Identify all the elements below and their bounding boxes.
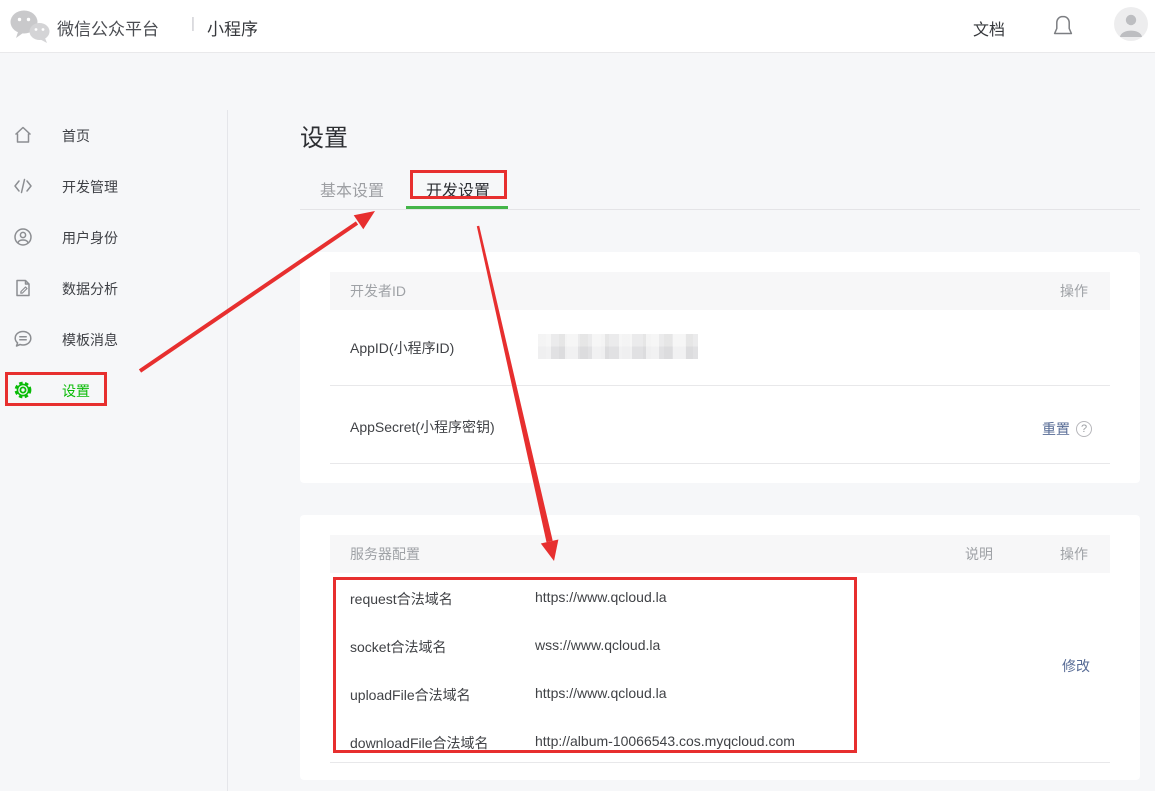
domain-type-label: request合法域名 [350,591,453,607]
sidebar-item-settings[interactable]: 设置 [0,365,227,416]
table-row: uploadFile合法域名 https://www.qcloud.la [300,671,1140,719]
server-config-rows: request合法域名 https://www.qcloud.la socket… [300,575,1140,767]
tab-basic-settings[interactable]: 基本设置 [320,177,384,201]
row-divider [330,385,1110,386]
action-column-header: 操作 [1060,546,1088,562]
avatar[interactable] [1114,7,1148,41]
action-column-header: 操作 [1060,283,1088,299]
appsecret-label: AppSecret(小程序密钥) [350,419,495,435]
domain-type-label: socket合法域名 [350,639,447,655]
active-tab-underline [406,206,508,209]
brand-separator: | [191,15,195,32]
help-icon[interactable]: ? [1076,421,1092,437]
sidebar-item-label: 模板消息 [62,331,118,348]
wechat-miniprogram-settings-page: 微信公众平台 | 小程序 文档 首页 开发管理 用户身份 数据分析 模板消息 设… [0,0,1155,791]
domain-type-label: uploadFile合法域名 [350,687,471,703]
gear-icon [13,380,33,400]
sidebar-item-template-message[interactable]: 模板消息 [0,314,227,365]
section-title: 服务器配置 [350,546,420,562]
code-icon [13,176,33,196]
developer-id-section: 开发者ID 操作 AppID(小程序ID) AppSecret(小程序密钥) 重… [300,252,1140,483]
server-config-header-bar: 服务器配置 说明 操作 [330,535,1110,573]
notification-bell-icon[interactable] [1051,13,1075,42]
appid-redacted-value [538,334,698,359]
modify-button[interactable]: 修改 [1062,656,1090,676]
sidebar-item-user-identity[interactable]: 用户身份 [0,212,227,263]
domain-value: wss://www.qcloud.la [535,637,661,653]
sidebar-item-label: 首页 [62,127,90,144]
page-title: 设置 [300,125,348,152]
table-row: request合法域名 https://www.qcloud.la [300,575,1140,623]
brand-title: 微信公众平台 [57,20,159,39]
wechat-logo-icon [9,8,51,49]
reset-button[interactable]: 重置 [1042,419,1070,439]
sidebar-divider [227,110,228,791]
sidebar-item-label: 数据分析 [62,280,118,297]
top-header: 微信公众平台 | 小程序 文档 [0,0,1155,53]
product-title: 小程序 [207,20,258,39]
server-config-section: 服务器配置 说明 操作 request合法域名 https://www.qclo… [300,515,1140,780]
appid-label: AppID(小程序ID) [350,340,455,356]
row-divider [330,463,1110,464]
sidebar-item-label: 开发管理 [62,178,118,195]
domain-value: https://www.qcloud.la [535,685,667,701]
user-icon [13,227,33,247]
sidebar-nav: 首页 开发管理 用户身份 数据分析 模板消息 设置 [0,110,227,416]
table-row: downloadFile合法域名 http://album-10066543.c… [300,719,1140,767]
domain-value: http://album-10066543.cos.myqcloud.com [535,733,795,749]
data-analysis-icon [13,278,33,298]
developer-id-header-bar: 开发者ID 操作 [330,272,1110,310]
sidebar-item-home[interactable]: 首页 [0,110,227,161]
appsecret-actions: 重置 ? [1042,419,1092,439]
tab-dev-settings[interactable]: 开发设置 [426,177,490,201]
section-title: 开发者ID [350,283,406,299]
note-column-header: 说明 [965,546,993,562]
tab-bar-divider [300,209,1140,210]
sidebar-item-data-analysis[interactable]: 数据分析 [0,263,227,314]
sidebar-item-label: 用户身份 [62,229,118,246]
home-icon [13,125,33,145]
sidebar-item-dev-manage[interactable]: 开发管理 [0,161,227,212]
sidebar-item-label: 设置 [62,382,90,399]
row-divider [330,762,1110,763]
domain-value: https://www.qcloud.la [535,589,667,605]
domain-type-label: downloadFile合法域名 [350,735,489,751]
table-row: socket合法域名 wss://www.qcloud.la [300,623,1140,671]
message-icon [13,329,33,349]
doc-link[interactable]: 文档 [973,16,1005,40]
